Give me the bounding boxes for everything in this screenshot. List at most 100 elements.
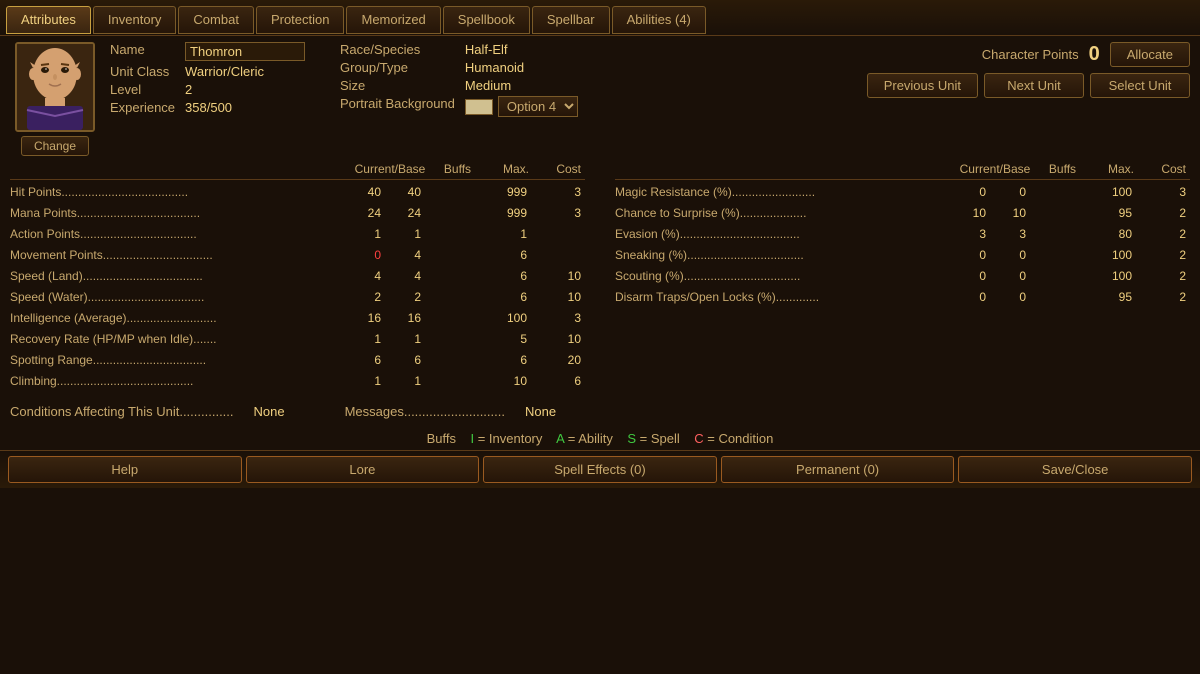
right-stat-row: Sneaking (%)............................…: [615, 245, 1190, 266]
name-input[interactable]: [185, 42, 305, 61]
stat-max: 1: [480, 224, 535, 245]
tab-spellbook[interactable]: Spellbook: [443, 6, 530, 34]
tab-memorized[interactable]: Memorized: [346, 6, 440, 34]
level-value: 2: [185, 82, 310, 97]
buff-c-desc: = Condition: [707, 431, 773, 446]
conditions-value: None: [254, 404, 285, 419]
stat-buffs: [425, 203, 480, 224]
left-stat-row: Recovery Rate (HP/MP when Idle).......11…: [10, 329, 585, 350]
character-points-label: Character Points: [982, 47, 1079, 62]
character-points-block: Character Points 0 Allocate: [982, 42, 1190, 67]
stat-base: 2: [385, 287, 425, 308]
stat-max: 95: [1085, 287, 1140, 308]
stat-buffs: [1030, 245, 1085, 266]
stat-name: Magic Resistance (%)....................…: [615, 182, 950, 203]
unit-nav-buttons: Previous Unit Next Unit Select Unit: [867, 73, 1190, 98]
permanent-button[interactable]: Permanent (0): [721, 456, 955, 483]
stat-buffs: [1030, 224, 1085, 245]
conditions-label: Conditions Affecting This Unit..........…: [10, 404, 234, 419]
stat-buffs: [425, 329, 480, 350]
stat-cost: 3: [535, 308, 585, 329]
tab-spellbar[interactable]: Spellbar: [532, 6, 610, 34]
portrait-bg-label: Portrait Background: [340, 96, 455, 117]
right-header-max: Max.: [1090, 162, 1140, 176]
right-stats-header: Current/Base Buffs Max. Cost: [615, 162, 1190, 180]
stat-name: Movement Points.........................…: [10, 245, 345, 266]
stat-base: 16: [385, 308, 425, 329]
right-header-current-base: Current/Base: [955, 162, 1035, 176]
tab-abilities[interactable]: Abilities (4): [612, 6, 706, 34]
stat-cost: 20: [535, 350, 585, 371]
right-stat-row: Scouting (%)............................…: [615, 266, 1190, 287]
lore-button[interactable]: Lore: [246, 456, 480, 483]
right-stat-row: Magic Resistance (%)....................…: [615, 182, 1190, 203]
next-unit-button[interactable]: Next Unit: [984, 73, 1084, 98]
left-stats-table: Current/Base Buffs Max. Cost Hit Points.…: [10, 162, 585, 392]
buffs-prefix: Buffs: [427, 431, 456, 446]
buff-s-desc: = Spell: [640, 431, 680, 446]
tab-combat[interactable]: Combat: [178, 6, 254, 34]
stat-base: 10: [990, 203, 1030, 224]
portrait-bg-swatch: [465, 99, 493, 115]
buff-a-desc: = Ability: [568, 431, 613, 446]
stat-buffs: [425, 371, 480, 392]
stat-current: 0: [345, 245, 385, 266]
experience-value: 358/500: [185, 100, 310, 115]
size-value: Medium: [465, 78, 600, 93]
stat-buffs: [425, 266, 480, 287]
left-stat-row: Spotting Range..........................…: [10, 350, 585, 371]
stat-current: 0: [950, 182, 990, 203]
stat-current: 10: [950, 203, 990, 224]
save-close-button[interactable]: Save/Close: [958, 456, 1192, 483]
portrait-area: Change: [10, 42, 100, 156]
stat-max: 100: [480, 308, 535, 329]
buff-a-key: A: [556, 431, 564, 446]
allocate-button[interactable]: Allocate: [1110, 42, 1190, 67]
race-label: Race/Species: [340, 42, 455, 57]
tab-protection[interactable]: Protection: [256, 6, 345, 34]
portrait-bg-select[interactable]: Option 4 Option 1 Option 2 Option 3: [498, 96, 578, 117]
messages-label: Messages............................: [345, 404, 505, 419]
stat-base: 0: [990, 245, 1030, 266]
stat-max: 6: [480, 266, 535, 287]
right-stat-row: Chance to Surprise (%)..................…: [615, 203, 1190, 224]
stat-buffs: [1030, 266, 1085, 287]
stat-max: 6: [480, 350, 535, 371]
conditions-row: Conditions Affecting This Unit..........…: [0, 396, 1200, 427]
stat-max: 5: [480, 329, 535, 350]
stat-current: 24: [345, 203, 385, 224]
select-unit-button[interactable]: Select Unit: [1090, 73, 1190, 98]
tab-attributes[interactable]: Attributes: [6, 6, 91, 34]
stat-max: 6: [480, 245, 535, 266]
basic-info-grid: Name Unit Class Warrior/Cleric Level 2 E…: [110, 42, 310, 115]
stat-base: 24: [385, 203, 425, 224]
stat-buffs: [425, 287, 480, 308]
left-header-buffs: Buffs: [430, 162, 485, 176]
stat-cost: 3: [535, 182, 585, 203]
stat-buffs: [425, 182, 480, 203]
stat-cost: 2: [1140, 245, 1190, 266]
change-portrait-button[interactable]: Change: [21, 136, 89, 156]
portrait-box: [15, 42, 95, 132]
stat-base: 40: [385, 182, 425, 203]
group-value: Humanoid: [465, 60, 600, 75]
stat-current: 4: [345, 266, 385, 287]
stat-buffs: [425, 224, 480, 245]
tab-inventory[interactable]: Inventory: [93, 6, 176, 34]
unit-class-value: Warrior/Cleric: [185, 64, 310, 79]
size-label: Size: [340, 78, 455, 93]
stat-name: Spotting Range..........................…: [10, 350, 345, 371]
stat-cost: 3: [535, 203, 585, 224]
portrait-bg-row: Option 4 Option 1 Option 2 Option 3: [465, 96, 600, 117]
help-button[interactable]: Help: [8, 456, 242, 483]
stat-current: 0: [950, 287, 990, 308]
unit-class-label: Unit Class: [110, 64, 175, 79]
stats-spacer: [585, 162, 615, 392]
left-stat-row: Hit Points..............................…: [10, 182, 585, 203]
buff-s-key: S: [627, 431, 636, 446]
spell-effects-button[interactable]: Spell Effects (0): [483, 456, 717, 483]
previous-unit-button[interactable]: Previous Unit: [867, 73, 978, 98]
stat-cost: 2: [1140, 266, 1190, 287]
stat-max: 999: [480, 182, 535, 203]
buff-i-key: I: [470, 431, 474, 446]
